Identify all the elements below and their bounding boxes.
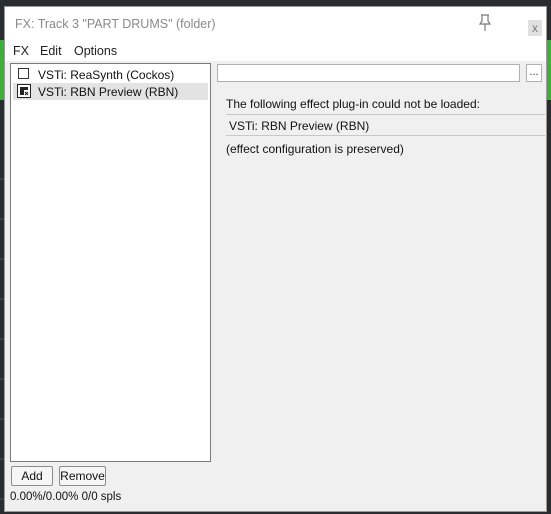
menu-options[interactable]: Options [74, 44, 117, 58]
fx-chain-window: FX: Track 3 "PART DRUMS" (folder) x FX E… [4, 6, 547, 512]
remove-button[interactable]: Remove [59, 466, 106, 486]
plugin-missing-icon[interactable] [17, 84, 31, 98]
fx-item-label: VSTi: RBN Preview (RBN) [38, 85, 179, 99]
close-button[interactable]: x [528, 20, 542, 36]
load-error-note: (effect configuration is preserved) [226, 142, 404, 156]
fx-list-item[interactable]: VSTi: ReaSynth (Cockos) [13, 66, 208, 83]
menu-fx[interactable]: FX [13, 44, 29, 58]
menu-bar: FX Edit Options [5, 41, 546, 61]
close-icon: x [532, 21, 538, 35]
fx-item-label: VSTi: ReaSynth (Cockos) [38, 68, 175, 82]
load-error-message: The following effect plug-in could not b… [226, 97, 480, 111]
pin-icon[interactable] [477, 14, 493, 32]
cpu-status: 0.00%/0.00% 0/0 spls [10, 491, 122, 503]
fx-list[interactable]: VSTi: ReaSynth (Cockos) VSTi: RBN Previe… [10, 63, 211, 462]
menu-edit[interactable]: Edit [40, 44, 62, 58]
fx-list-item-selected[interactable]: VSTi: RBN Preview (RBN) [13, 83, 208, 100]
bypass-checkbox[interactable] [18, 68, 29, 79]
load-error-plugin-name: VSTi: RBN Preview (RBN) [229, 119, 370, 133]
window-title: FX: Track 3 "PART DRUMS" (folder) [15, 17, 216, 31]
title-bar[interactable]: FX: Track 3 "PART DRUMS" (folder) x [5, 7, 546, 41]
fx-name-field[interactable] [217, 64, 520, 82]
load-error-plugin-box: VSTi: RBN Preview (RBN) [226, 114, 545, 136]
browse-button[interactable]: ... [526, 64, 542, 82]
add-button[interactable]: Add [11, 466, 53, 486]
